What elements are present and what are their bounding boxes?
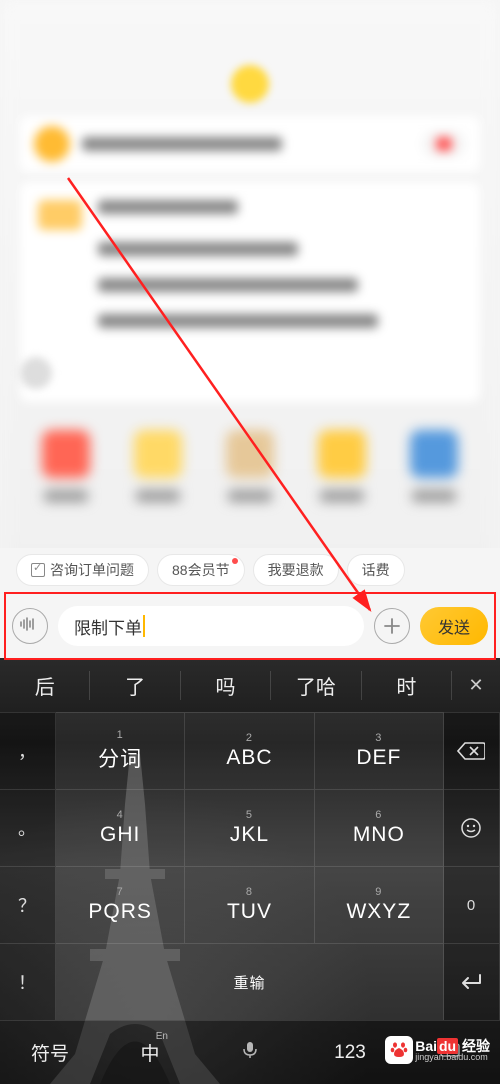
candidate-word[interactable]: 时	[362, 671, 452, 700]
key-5-jkl[interactable]: 5JKL	[185, 789, 314, 866]
close-candidates-button[interactable]: ✕	[452, 675, 500, 696]
symbol-key[interactable]: 符号	[0, 1039, 100, 1066]
attach-more-button[interactable]	[374, 608, 410, 644]
avatar-icon	[20, 357, 52, 389]
plus-icon	[383, 617, 401, 635]
punct-question-key[interactable]: ？	[0, 866, 56, 943]
punct-comma-key[interactable]: ，	[0, 712, 56, 789]
text-cursor	[143, 615, 145, 637]
chip-refund[interactable]: 我要退款	[253, 554, 339, 586]
key-3-def[interactable]: 3DEF	[315, 712, 444, 789]
app-header	[0, 65, 500, 105]
ime-keyboard: 后 了 吗 了哈 时 ✕ ， 1分词 2ABC 3DEF 。 4GHI 5JKL…	[0, 658, 500, 1084]
punct-period-key[interactable]: 。	[0, 789, 56, 866]
enter-icon	[458, 973, 484, 991]
service-icon-row	[20, 430, 480, 530]
key-7-pqrs[interactable]: 7PQRS	[56, 866, 185, 943]
key-0[interactable]: 0	[444, 866, 500, 943]
input-value: 限制下单	[74, 614, 142, 639]
voice-input-button[interactable]	[12, 608, 48, 644]
faq-card	[20, 182, 480, 402]
lang-alt: En	[156, 1031, 168, 1042]
baidu-jingyan-watermark: Baidu 经验 jingyan.baidu.com	[385, 1036, 490, 1064]
chip-order-inquiry[interactable]: 咨询订单问题	[16, 554, 149, 586]
key-2-abc[interactable]: 2ABC	[185, 712, 314, 789]
microphone-icon	[240, 1040, 260, 1060]
chip-phone-bill[interactable]: 话费	[347, 554, 405, 586]
sound-wave-icon	[20, 616, 40, 637]
close-icon: ✕	[468, 675, 483, 695]
chat-info-card	[20, 116, 480, 172]
lang-current: 中	[140, 1044, 159, 1065]
emoji-key[interactable]	[444, 789, 500, 866]
candidate-word[interactable]: 吗	[181, 671, 271, 700]
chip-label: 咨询订单问题	[50, 560, 134, 580]
send-button[interactable]: 发送	[420, 607, 488, 645]
key-4-ghi[interactable]: 4GHI	[56, 789, 185, 866]
candidate-word[interactable]: 了	[90, 671, 180, 700]
app-logo	[231, 65, 269, 103]
voice-key[interactable]	[200, 1040, 300, 1066]
enter-key[interactable]	[444, 943, 500, 1020]
backspace-key[interactable]	[444, 712, 500, 789]
language-switch-key[interactable]: En 中	[100, 1039, 200, 1066]
chip-88-member[interactable]: 88会员节	[157, 554, 245, 586]
send-label: 发送	[438, 614, 470, 638]
brand-url: jingyan.baidu.com	[415, 1053, 490, 1062]
chip-label: 话费	[362, 560, 390, 580]
smiley-icon	[460, 817, 482, 839]
candidate-row: 后 了 吗 了哈 时 ✕	[0, 658, 500, 712]
quick-reply-bar: 咨询订单问题 88会员节 我要退款 话费	[0, 548, 500, 592]
key-9-wxyz[interactable]: 9WXYZ	[315, 866, 444, 943]
candidate-word[interactable]: 后	[0, 671, 90, 700]
candidate-word[interactable]: 了哈	[271, 671, 361, 700]
backspace-icon	[457, 741, 485, 761]
chip-label: 88会员节	[172, 560, 230, 580]
message-input-bar: 限制下单 发送	[0, 594, 500, 658]
key-6-mno[interactable]: 6MNO	[315, 789, 444, 866]
message-text-input[interactable]: 限制下单	[58, 606, 364, 646]
punct-exclaim-key[interactable]: ！	[0, 943, 56, 1020]
key-8-tuv[interactable]: 8TUV	[185, 866, 314, 943]
reinput-key[interactable]: 重输	[56, 943, 444, 1020]
paw-icon	[385, 1036, 413, 1064]
key-1-segment[interactable]: 1分词	[56, 712, 185, 789]
order-icon	[31, 563, 45, 577]
chip-label: 我要退款	[268, 560, 324, 580]
